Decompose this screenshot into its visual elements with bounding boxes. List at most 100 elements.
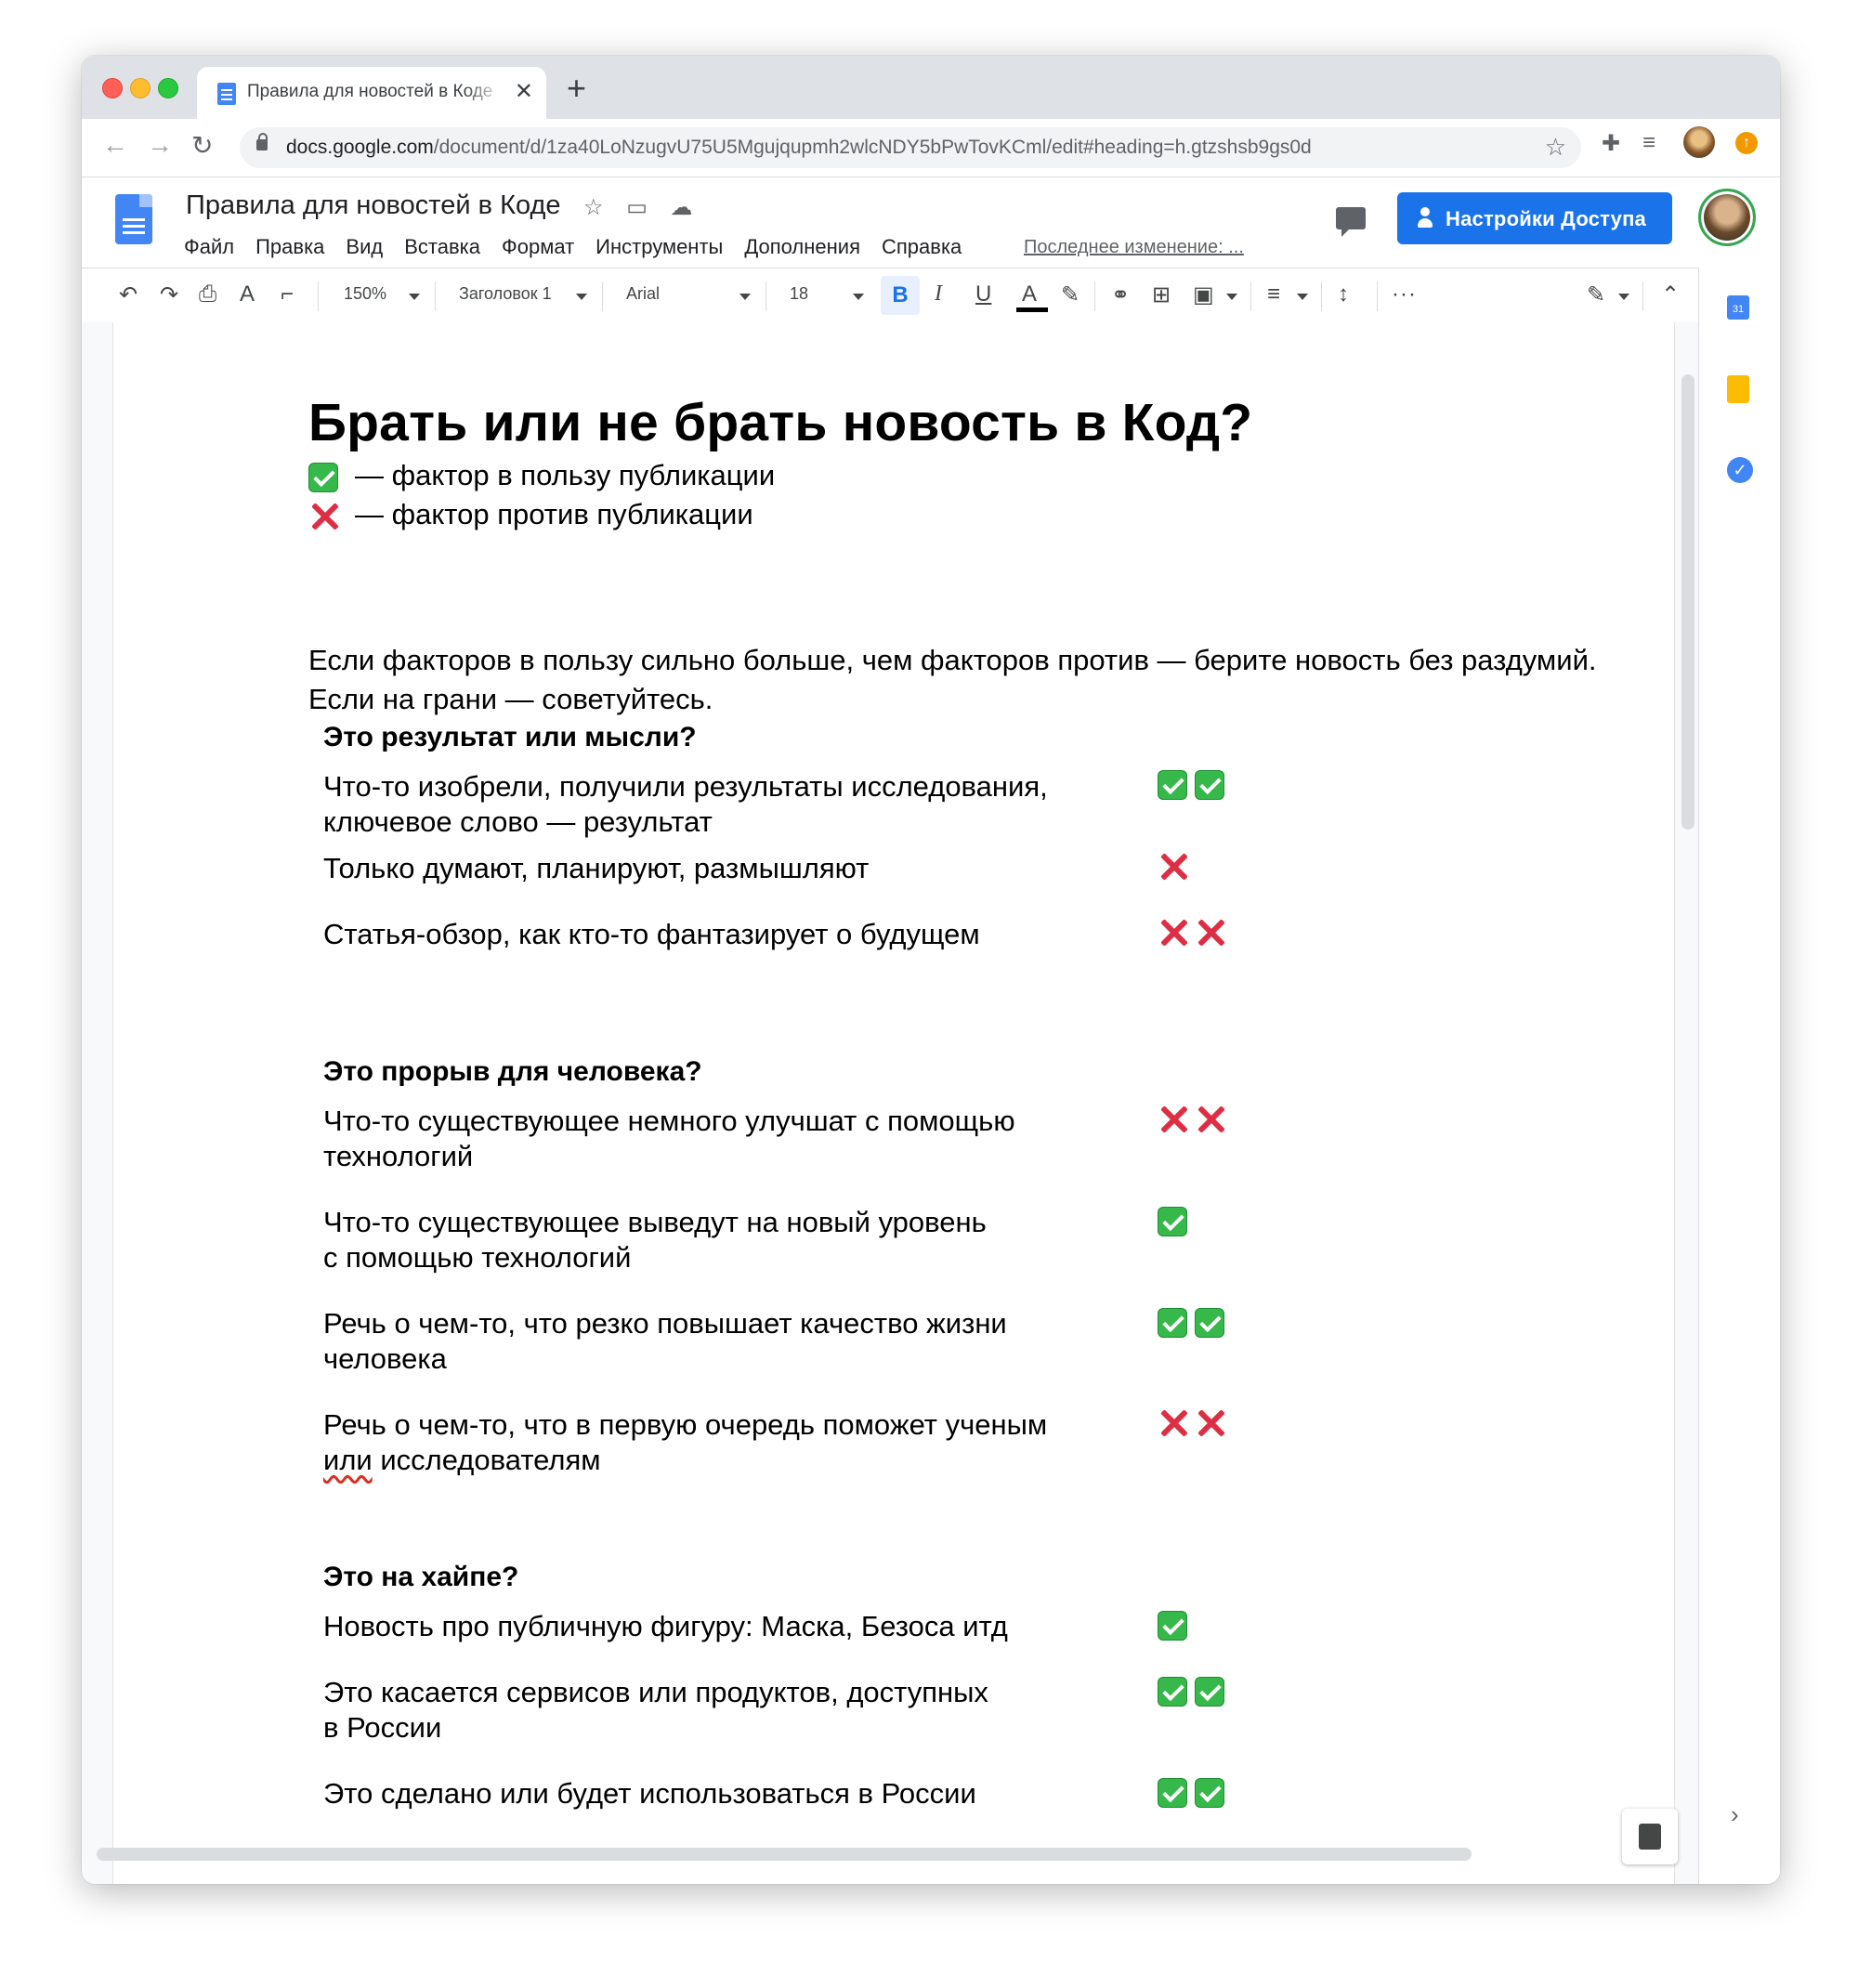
close-tab-icon[interactable]: ✕	[515, 78, 533, 105]
menu-view[interactable]: Вид	[346, 235, 383, 259]
criterion-marks	[1158, 1308, 1232, 1338]
criterion-text: Новость про публичную фигуру: Маска, Без…	[323, 1610, 1008, 1642]
zoom-caret-icon	[409, 294, 420, 300]
vertical-scrollbar[interactable]	[1681, 374, 1694, 830]
font-size-select[interactable]: 18	[790, 284, 808, 304]
menu-tools[interactable]: Инструменты	[595, 235, 723, 259]
criterion-text: Что-то существующее выведут на новый уро…	[323, 1206, 987, 1274]
menu-addons[interactable]: Дополнения	[744, 235, 860, 259]
menu-edit[interactable]: Правка	[255, 235, 324, 259]
text-color-button[interactable]: A	[1022, 281, 1037, 307]
paragraph-style-select[interactable]: Заголовок 1	[459, 284, 552, 304]
docs-header: Правила для новостей в Коде ☆ ▭ ☁ Файл П…	[82, 177, 1780, 268]
update-icon[interactable]: ↑	[1735, 132, 1758, 154]
cross-mark-icon	[1158, 850, 1191, 883]
forward-arrow-icon[interactable]: →	[147, 130, 173, 160]
zoom-select[interactable]: 150%	[344, 284, 386, 304]
check-mark-icon	[1195, 1778, 1224, 1808]
cross-mark-icon	[1158, 916, 1191, 949]
close-window-button[interactable]	[102, 78, 123, 98]
italic-button[interactable]: I	[935, 281, 942, 307]
menu-file[interactable]: Файл	[184, 235, 234, 259]
link-icon[interactable]: ⚭	[1111, 281, 1130, 308]
criterion-text: Речь о чем-то, что резко повышает качест…	[323, 1307, 1007, 1375]
document-title[interactable]: Правила для новостей в Коде	[186, 190, 561, 221]
check-mark-icon	[1195, 1677, 1224, 1707]
criterion-marks	[1158, 1103, 1232, 1136]
criterion-text: Только думают, планируют, размышляют	[323, 852, 870, 884]
explore-button[interactable]	[1622, 1809, 1678, 1864]
legend-yes-line: — фактор в пользу публикации	[308, 459, 775, 492]
cross-mark-icon	[1158, 1103, 1191, 1136]
criterion-marks	[1158, 1611, 1195, 1641]
intro-paragraph: Если факторов в пользу сильно больше, че…	[308, 644, 1597, 715]
spellcheck-word[interactable]: или	[323, 1444, 373, 1476]
redo-icon[interactable]: ↷	[160, 281, 178, 308]
add-comment-icon[interactable]: ⊞	[1152, 281, 1171, 308]
minimize-window-button[interactable]	[130, 78, 150, 98]
browser-profile-avatar[interactable]	[1683, 126, 1715, 158]
spellcheck-icon[interactable]: A	[240, 281, 255, 307]
underline-button[interactable]: U	[975, 281, 991, 307]
docs-logo-icon[interactable]	[115, 194, 152, 244]
paint-format-icon[interactable]: ⌐	[281, 281, 294, 307]
browser-tab-active[interactable]: Правила для новостей в Коде ✕	[197, 67, 546, 119]
cross-mark-icon	[1195, 916, 1228, 949]
font-select[interactable]: Arial	[626, 284, 660, 304]
undo-icon[interactable]: ↶	[119, 281, 137, 308]
line-spacing-icon[interactable]: ↕	[1338, 281, 1349, 307]
new-tab-button[interactable]: +	[567, 69, 586, 108]
cross-mark-icon	[1195, 1406, 1228, 1440]
check-mark-icon	[1158, 1611, 1187, 1641]
expand-panel-chevron-icon[interactable]: ›	[1731, 1800, 1739, 1829]
criterion-marks	[1158, 770, 1232, 800]
menu-format[interactable]: Формат	[502, 235, 574, 259]
document-page[interactable]: Брать или не брать новость в Код? — факт…	[113, 322, 1674, 1884]
media-queue-icon[interactable]: ≡	[1642, 130, 1655, 156]
criterion-text: Это касается сервисов или продуктов, дос…	[323, 1676, 988, 1744]
calendar-icon[interactable]: 31	[1727, 295, 1749, 320]
mode-caret-icon	[1618, 294, 1629, 300]
highlight-pen-icon[interactable]: ✎	[1061, 281, 1079, 308]
browser-window: Правила для новостей в Коде ✕ + ← → ↻ do…	[82, 56, 1780, 1884]
check-mark-icon	[1158, 1677, 1187, 1707]
star-icon[interactable]: ☆	[583, 195, 604, 220]
zoom-window-button[interactable]	[158, 78, 178, 98]
criterion-marks	[1158, 916, 1232, 949]
edit-mode-pencil-icon[interactable]: ✎	[1587, 281, 1605, 308]
keep-icon[interactable]	[1727, 375, 1749, 403]
account-avatar[interactable]	[1698, 189, 1756, 246]
align-left-icon[interactable]: ≡	[1267, 281, 1280, 307]
move-folder-icon[interactable]: ▭	[626, 195, 648, 220]
address-bar[interactable]: docs.google.com/document/d/1za40LoNzugvU…	[240, 127, 1581, 168]
insert-image-icon[interactable]: ▣	[1193, 281, 1214, 308]
menu-help[interactable]: Справка	[882, 235, 962, 259]
text-color-swatch	[1016, 307, 1048, 312]
last-edit-link[interactable]: Последнее изменение: ...	[1024, 237, 1244, 258]
person-icon	[1418, 207, 1433, 229]
cloud-status-icon[interactable]: ☁	[671, 195, 693, 220]
cross-mark-icon	[1158, 1406, 1191, 1440]
bold-button[interactable]: B	[881, 276, 920, 315]
share-button[interactable]: Настройки Доступа	[1397, 192, 1672, 244]
reload-icon[interactable]: ↻	[191, 130, 213, 161]
more-options-icon[interactable]: ···	[1392, 281, 1417, 307]
criterion-text: Что-то существующее немного улучшат с по…	[323, 1105, 1015, 1172]
horizontal-scrollbar[interactable]	[97, 1848, 1472, 1861]
collapse-chevron-up-icon[interactable]: ⌃	[1661, 281, 1680, 308]
menu-insert[interactable]: Вставка	[404, 235, 480, 259]
extensions-puzzle-icon[interactable]: ✚	[1602, 130, 1620, 157]
section-heading: Это прорыв для человека?	[323, 1056, 702, 1087]
print-icon[interactable]: ⎙	[199, 281, 216, 307]
check-mark-icon	[1195, 1308, 1224, 1338]
cross-mark-icon	[308, 500, 342, 533]
back-arrow-icon[interactable]: ←	[102, 130, 128, 160]
tasks-icon[interactable]: ✓	[1727, 457, 1753, 483]
document-heading: Брать или не брать новость в Код?	[308, 393, 1253, 452]
criterion-marks	[1158, 1406, 1232, 1440]
explore-icon	[1639, 1824, 1661, 1850]
section-heading: Это результат или мысли?	[323, 722, 697, 752]
bookmark-star-icon[interactable]: ☆	[1545, 133, 1566, 162]
align-caret-icon	[1297, 294, 1308, 300]
comments-icon[interactable]	[1336, 207, 1366, 237]
